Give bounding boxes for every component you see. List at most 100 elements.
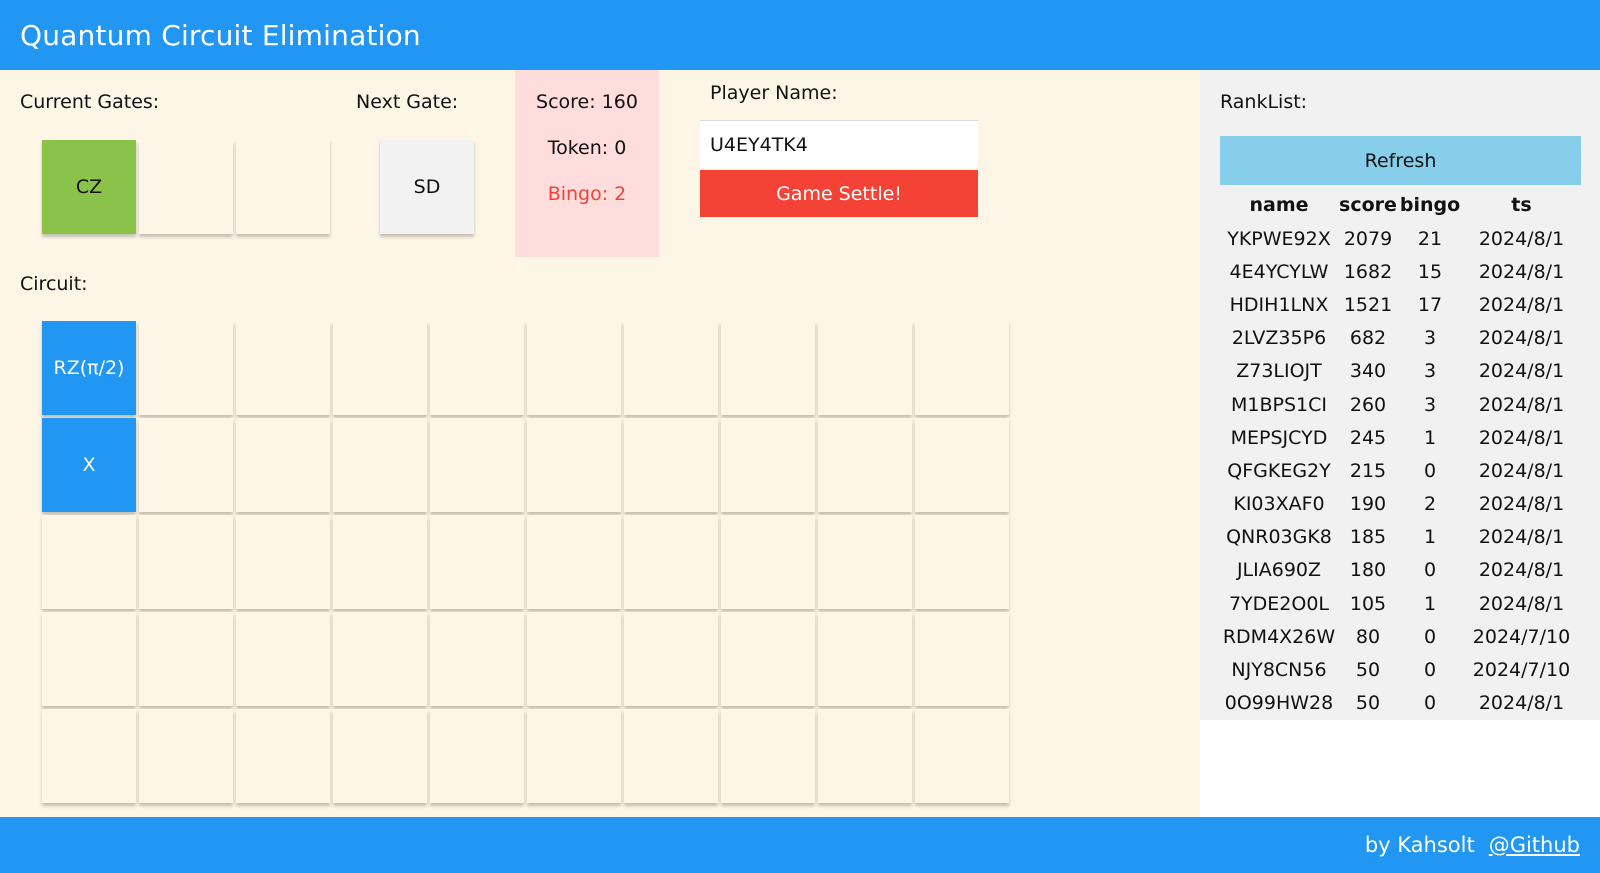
player-name-input[interactable] <box>700 120 978 168</box>
circuit-cell[interactable] <box>624 709 718 803</box>
rank-bingo-cell: 0 <box>1423 625 1437 648</box>
circuit-cell[interactable] <box>42 515 136 609</box>
rank-name-cell: MEPSJCYD <box>1230 426 1328 449</box>
rank-ts-cell: 2024/8/1 <box>1478 293 1565 316</box>
circuit-cell[interactable] <box>915 321 1009 415</box>
current-gate-slot[interactable] <box>236 140 330 234</box>
circuit-cell[interactable] <box>915 709 1009 803</box>
circuit-cell[interactable] <box>430 515 524 609</box>
current-gate-slot[interactable]: CZ <box>42 140 136 234</box>
circuit-cell[interactable] <box>333 321 427 415</box>
ranklist-row: 4E4YCYLW 1682 15 2024/8/1 <box>1220 255 1581 288</box>
circuit-cell[interactable] <box>527 418 621 512</box>
rank-score-cell: 190 <box>1349 493 1387 516</box>
circuit-cell[interactable] <box>42 612 136 706</box>
ranklist-row: YKPWE92X 2079 21 2024/8/1 <box>1220 222 1581 255</box>
circuit-cell[interactable] <box>915 612 1009 706</box>
circuit-cell[interactable] <box>430 418 524 512</box>
circuit-cell[interactable] <box>139 515 233 609</box>
circuit-cell[interactable] <box>333 515 427 609</box>
ranklist-row: M1BPS1CI 260 3 2024/8/1 <box>1220 388 1581 421</box>
app-title: Quantum Circuit Elimination <box>20 18 421 52</box>
ranklist-row: RDM4X26W 80 0 2024/7/10 <box>1220 620 1581 653</box>
rank-name-cell: YKPWE92X <box>1227 227 1331 250</box>
rank-bingo-cell: 0 <box>1423 659 1437 682</box>
circuit-cell[interactable] <box>430 612 524 706</box>
rank-ts-cell: 2024/8/1 <box>1478 459 1565 482</box>
circuit-cell[interactable] <box>139 418 233 512</box>
rank-score-cell: 2079 <box>1343 227 1393 250</box>
game-settle-button[interactable]: Game Settle! <box>700 170 978 217</box>
circuit-cell[interactable] <box>721 612 815 706</box>
rank-bingo-cell: 1 <box>1423 426 1437 449</box>
circuit-cell[interactable] <box>527 321 621 415</box>
rank-name-cell: 7YDE2O0L <box>1228 592 1330 615</box>
circuit-cell[interactable]: RZ(π/2) <box>42 321 136 415</box>
circuit-cell[interactable] <box>236 709 330 803</box>
circuit-cell[interactable] <box>721 709 815 803</box>
circuit-cell[interactable] <box>721 418 815 512</box>
rank-name-cell: QFGKEG2Y <box>1227 459 1331 482</box>
rank-bingo-cell: 3 <box>1423 393 1437 416</box>
github-link[interactable]: @Github <box>1489 833 1580 857</box>
circuit-cell[interactable] <box>624 418 718 512</box>
circuit-cell[interactable] <box>430 321 524 415</box>
circuit-cell[interactable] <box>527 709 621 803</box>
circuit-cell[interactable] <box>139 612 233 706</box>
ranklist-row: QNR03GK8 185 1 2024/8/1 <box>1220 521 1581 554</box>
rank-name-cell: M1BPS1CI <box>1231 393 1327 416</box>
token-text: Token: 0 <box>547 137 627 159</box>
rank-score-cell: 1521 <box>1343 293 1393 316</box>
circuit-cell[interactable] <box>139 321 233 415</box>
circuit-cell[interactable] <box>430 709 524 803</box>
circuit-cell[interactable] <box>624 321 718 415</box>
circuit-cell[interactable] <box>818 515 912 609</box>
circuit-cell[interactable] <box>721 515 815 609</box>
rank-ts-cell: 2024/8/1 <box>1478 559 1565 582</box>
circuit-cell[interactable] <box>139 709 233 803</box>
rank-ts-cell: 2024/8/1 <box>1478 426 1565 449</box>
app-footer: by Kahsolt @Github <box>0 817 1600 873</box>
circuit-cell[interactable] <box>236 321 330 415</box>
rank-bingo-cell: 17 <box>1417 293 1443 316</box>
ranklist-table: name score bingo ts YKPWE92X 2079 21 2024/8… <box>1220 187 1581 720</box>
circuit-cell[interactable] <box>527 515 621 609</box>
circuit-cell[interactable] <box>527 612 621 706</box>
rank-score-cell: 105 <box>1349 592 1387 615</box>
circuit-label: Circuit: <box>20 273 88 295</box>
circuit-cell[interactable] <box>818 612 912 706</box>
circuit-cell[interactable] <box>915 418 1009 512</box>
ranklist-row: 2LVZ35P6 682 3 2024/8/1 <box>1220 322 1581 355</box>
circuit-cell[interactable] <box>818 418 912 512</box>
circuit-cell[interactable] <box>915 515 1009 609</box>
circuit-cell[interactable] <box>236 515 330 609</box>
circuit-cell[interactable] <box>721 321 815 415</box>
circuit-cell[interactable] <box>333 612 427 706</box>
rank-bingo-cell: 1 <box>1423 592 1437 615</box>
circuit-cell[interactable] <box>818 709 912 803</box>
circuit-cell[interactable] <box>818 321 912 415</box>
circuit-cell[interactable] <box>333 418 427 512</box>
ranklist-row: QFGKEG2Y 215 0 2024/8/1 <box>1220 454 1581 487</box>
rank-name-cell: KI03XAF0 <box>1233 493 1325 516</box>
circuit-cell[interactable] <box>333 709 427 803</box>
circuit-cell[interactable]: X <box>42 418 136 512</box>
circuit-cell[interactable] <box>624 515 718 609</box>
refresh-button[interactable]: Refresh <box>1220 136 1581 185</box>
rank-bingo-cell: 3 <box>1423 360 1437 383</box>
score-panel: Score: 160 Token: 0 Bingo: 2 <box>515 70 659 257</box>
rank-bingo-cell: 21 <box>1417 227 1443 250</box>
circuit-cell[interactable] <box>236 418 330 512</box>
rank-score-cell: 682 <box>1349 327 1387 350</box>
player-name-label: Player Name: <box>710 82 838 104</box>
ranklist-panel-blank <box>1200 720 1600 817</box>
circuit-cell[interactable] <box>236 612 330 706</box>
circuit-cell[interactable] <box>42 709 136 803</box>
current-gate-slot[interactable] <box>139 140 233 234</box>
circuit-cell[interactable] <box>624 612 718 706</box>
rank-bingo-cell: 15 <box>1417 260 1443 283</box>
ranklist-row: NJY8CN56 50 0 2024/7/10 <box>1220 653 1581 686</box>
rank-bingo-cell: 1 <box>1423 526 1437 549</box>
ranklist-header-row: name score bingo ts <box>1220 187 1581 222</box>
rank-name-cell: Z73LIOJT <box>1236 360 1322 383</box>
